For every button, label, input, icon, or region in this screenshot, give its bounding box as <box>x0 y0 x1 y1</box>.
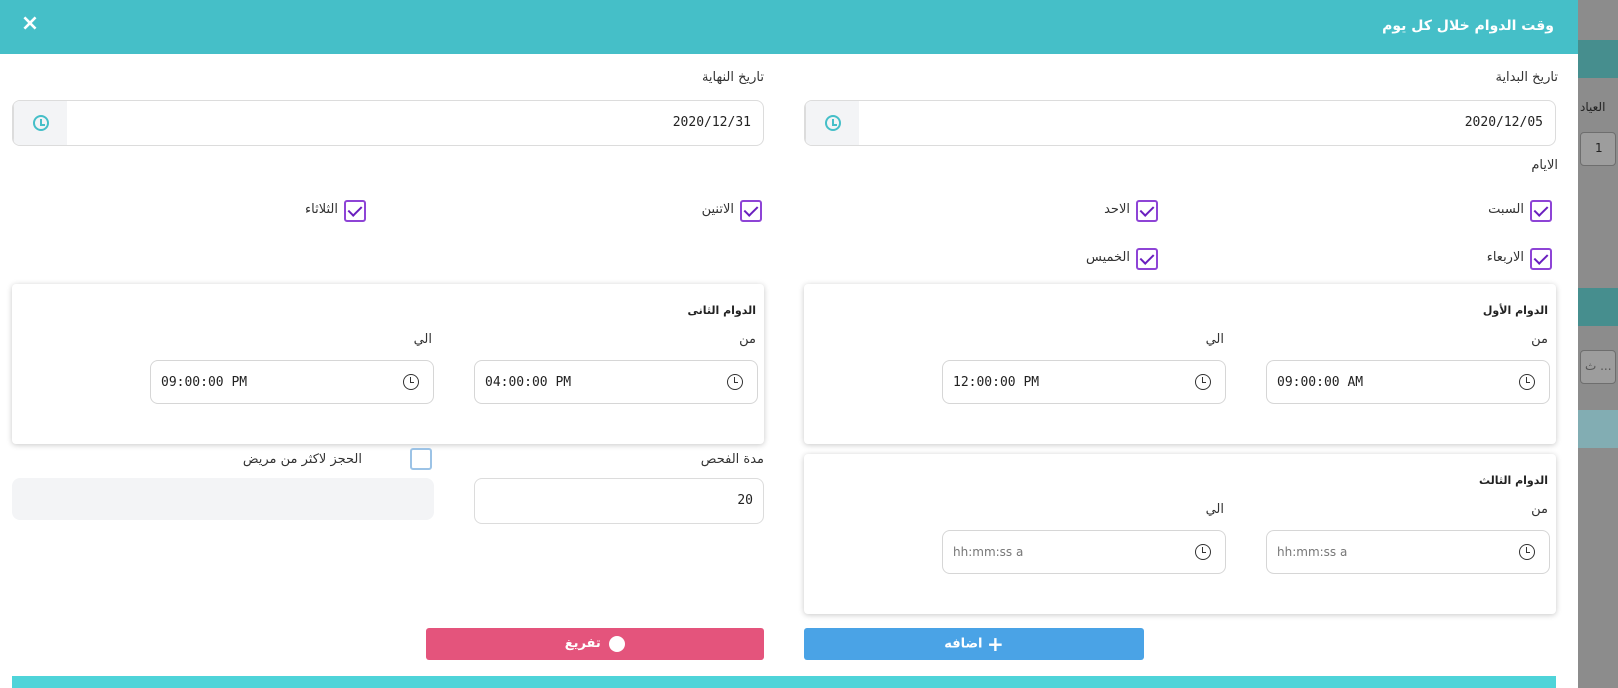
day-label-thursday: الخميس <box>1086 250 1130 265</box>
end-date-label: تاريخ النهاية <box>701 70 764 85</box>
background-bar <box>1578 40 1618 78</box>
add-button[interactable]: + اضافه <box>804 628 1144 660</box>
second-shift-from-label: من <box>739 332 756 347</box>
day-label-wednesday: الاربعاء <box>1486 250 1524 265</box>
clear-button[interactable]: تفريغ <box>426 628 764 660</box>
start-date-value: 2020/12/05 <box>1464 115 1543 130</box>
exam-duration-value: 20 <box>737 493 753 508</box>
third-shift-to-placeholder: hh:mm:ss a <box>953 545 1024 559</box>
day-checkbox-saturday[interactable] <box>1530 200 1552 222</box>
first-shift-to-label: الي <box>1205 332 1224 347</box>
start-date-input[interactable]: 2020/12/05 <box>804 100 1556 146</box>
close-icon[interactable]: × <box>16 10 44 38</box>
clock-icon[interactable] <box>727 374 743 390</box>
end-date-input[interactable]: 2020/12/31 <box>12 100 764 146</box>
multi-booking-checkbox[interactable] <box>410 448 432 470</box>
exam-duration-label: مدة الفحص <box>700 452 764 467</box>
clear-button-label: تفريغ <box>564 636 601 651</box>
day-checkbox-tuesday[interactable] <box>344 200 366 222</box>
multi-booking-label: الحجز لاكثر من مريض <box>242 452 362 467</box>
start-date-addon[interactable] <box>805 101 859 145</box>
day-label-sunday: الاحد <box>1104 202 1130 217</box>
clock-icon <box>825 115 841 131</box>
second-shift-to-label: الي <box>413 332 432 347</box>
day-checkbox-monday[interactable] <box>740 200 762 222</box>
circle-icon <box>609 635 626 652</box>
first-shift-to-value: 12:00:00 PM <box>953 375 1040 390</box>
bottom-section-bar <box>12 676 1556 688</box>
clock-icon[interactable] <box>1195 544 1211 560</box>
end-date-addon[interactable] <box>13 101 67 145</box>
day-checkbox-wednesday[interactable] <box>1530 248 1552 270</box>
first-shift-from-label: من <box>1531 332 1548 347</box>
third-shift-from-label: من <box>1531 502 1548 517</box>
background-bar <box>1578 288 1618 326</box>
multi-booking-count-field[interactable] <box>12 478 434 520</box>
third-shift-card: الدوام الثالث من الي hh:mm:ss a hh:mm:ss… <box>804 454 1556 614</box>
second-shift-from-input[interactable]: 04:00:00 PM <box>474 360 758 404</box>
third-shift-title: الدوام الثالث <box>1478 474 1548 487</box>
background-text: العياد <box>1580 100 1606 114</box>
third-shift-to-label: الي <box>1205 502 1224 517</box>
first-shift-from-value: 09:00:00 AM <box>1277 375 1364 390</box>
add-button-label: اضافه <box>944 636 983 652</box>
days-label: الايام <box>1531 158 1558 173</box>
background-input: 1 <box>1580 132 1616 166</box>
background-input: ث ... <box>1580 350 1616 384</box>
clock-icon[interactable] <box>1519 544 1535 560</box>
start-date-label: تاريخ البداية <box>1495 70 1558 85</box>
second-shift-title: الدوام الثانى <box>687 304 756 317</box>
clock-icon[interactable] <box>403 374 419 390</box>
first-shift-from-input[interactable]: 09:00:00 AM <box>1266 360 1550 404</box>
clock-icon[interactable] <box>1195 374 1211 390</box>
clock-icon[interactable] <box>1519 374 1535 390</box>
second-shift-from-value: 04:00:00 PM <box>485 375 572 390</box>
day-label-saturday: السبت <box>1488 202 1524 217</box>
second-shift-to-value: 09:00:00 PM <box>161 375 248 390</box>
third-shift-to-input[interactable]: hh:mm:ss a <box>942 530 1226 574</box>
third-shift-from-placeholder: hh:mm:ss a <box>1277 545 1348 559</box>
day-checkbox-sunday[interactable] <box>1136 200 1158 222</box>
end-date-value: 2020/12/31 <box>672 115 751 130</box>
modal-header: وقت الدوام خلال كل يوم × <box>0 0 1578 54</box>
day-label-tuesday: الثلاثاء <box>305 202 338 217</box>
first-shift-title: الدوام الأول <box>1482 304 1548 317</box>
third-shift-from-input[interactable]: hh:mm:ss a <box>1266 530 1550 574</box>
second-shift-to-input[interactable]: 09:00:00 PM <box>150 360 434 404</box>
plus-icon: + <box>987 632 1004 656</box>
day-checkbox-thursday[interactable] <box>1136 248 1158 270</box>
exam-duration-input[interactable]: 20 <box>474 478 764 524</box>
day-label-monday: الاتنين <box>701 202 734 217</box>
first-shift-card: الدوام الأول من الي 09:00:00 AM 12:00:00… <box>804 284 1556 444</box>
background-bar <box>1578 410 1618 448</box>
background-app: العياد 1 ث ... <box>1578 0 1618 688</box>
second-shift-card: الدوام الثانى من الي 04:00:00 PM 09:00:0… <box>12 284 764 444</box>
working-hours-modal: وقت الدوام خلال كل يوم × تاريخ البداية 2… <box>0 0 1578 688</box>
clock-icon <box>33 115 49 131</box>
first-shift-to-input[interactable]: 12:00:00 PM <box>942 360 1226 404</box>
modal-title: وقت الدوام خلال كل يوم <box>1382 18 1554 34</box>
